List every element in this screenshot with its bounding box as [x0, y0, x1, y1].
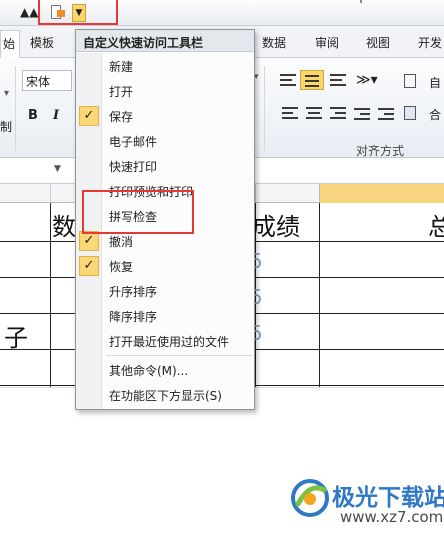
chevron-down-icon[interactable]: ▼ [54, 164, 61, 174]
quick-access-toolbar: ▲▲ ▼ [0, 0, 444, 26]
menu-item-show-below-ribbon[interactable]: 在功能区下方显示(S) [76, 383, 254, 407]
cell-text: 子 [4, 324, 28, 352]
align-middle-button[interactable] [300, 70, 324, 90]
chevron-down-icon[interactable]: ▾ [4, 88, 9, 99]
watermark-logo-icon [291, 479, 329, 517]
tab-view[interactable]: 视图 [366, 34, 390, 51]
tab-template[interactable]: 模板 [30, 34, 54, 51]
tab-home[interactable]: 始 [0, 30, 20, 58]
alignment-group-label: 对齐方式 [356, 144, 405, 158]
menu-item-label: 升序排序 [109, 285, 158, 299]
decrease-indent-icon[interactable] [354, 106, 370, 120]
increase-indent-icon[interactable] [378, 106, 394, 120]
find-binoculars-icon[interactable]: ▲▲ [20, 5, 38, 19]
menu-item-label: 撤消 [109, 235, 134, 249]
checkmark-icon: ✓ [79, 106, 99, 126]
menu-item-label: 其他命令(M)... [109, 364, 189, 378]
menu-item-label: 新建 [109, 60, 134, 74]
title-bar-mark [360, 0, 362, 3]
menu-item-open[interactable]: 打开 [76, 79, 254, 103]
menu-item-new[interactable]: 新建 [76, 54, 254, 78]
checkmark-icon: ✓ [79, 256, 99, 276]
align-left-button[interactable] [278, 104, 302, 124]
menu-separator [106, 355, 252, 356]
menu-item-label: 打开 [109, 85, 134, 99]
wrap-text-label[interactable]: 自 [429, 74, 441, 91]
divider [15, 66, 16, 151]
bold-button[interactable]: B [28, 108, 38, 123]
menu-item-label: 降序排序 [109, 310, 158, 324]
font-name-select[interactable]: 宋体 [22, 70, 72, 91]
menu-item-label: 保存 [109, 110, 134, 124]
watermark-brand: 极光下载站 [332, 485, 444, 511]
toolbar-highlight-box [38, 0, 118, 25]
menu-item-sort-ascending[interactable]: 升序排序 [76, 279, 254, 303]
menu-item-redo[interactable]: ✓ 恢复 [76, 254, 254, 278]
merge-cells-label[interactable]: 合 [429, 106, 441, 123]
spell-check-highlight-box [82, 190, 194, 234]
checkmark-icon: ✓ [79, 231, 99, 251]
cell-text: 成绩 [252, 213, 300, 241]
column-header-selected[interactable] [319, 184, 444, 203]
align-top-button[interactable] [276, 70, 300, 90]
menu-item-sort-descending[interactable]: 降序排序 [76, 304, 254, 328]
merge-cells-icon[interactable] [404, 106, 416, 120]
italic-button[interactable]: I [53, 108, 59, 123]
align-bottom-button[interactable] [326, 70, 350, 90]
cell-text: 数 [52, 213, 76, 241]
menu-item-email[interactable]: 电子邮件 [76, 129, 254, 153]
align-center-button[interactable] [302, 104, 326, 124]
menu-item-label: 在功能区下方显示(S) [109, 389, 222, 403]
menu-item-label: 快速打印 [109, 160, 158, 174]
menu-item-label: 恢复 [109, 260, 134, 274]
tab-review[interactable]: 审阅 [315, 34, 339, 51]
align-right-button[interactable] [326, 104, 350, 124]
menu-item-recent-files[interactable]: 打开最近使用过的文件 [76, 329, 254, 353]
menu-item-more-commands[interactable]: 其他命令(M)... [76, 358, 254, 382]
tab-developer[interactable]: 开发 [418, 34, 442, 51]
wrap-text-icon[interactable] [404, 74, 416, 88]
menu-header: 自定义快速访问工具栏 [76, 30, 254, 52]
divider [264, 66, 265, 151]
menu-item-label: 打开最近使用过的文件 [109, 335, 230, 349]
text-orientation-icon[interactable]: ≫▾ [356, 72, 378, 88]
tab-data[interactable]: 数据 [262, 34, 286, 51]
menu-item-label: 电子邮件 [109, 135, 158, 149]
watermark-url: www.xz7.com [340, 508, 444, 526]
format-painter-label[interactable]: 制 [0, 118, 12, 135]
cell-text: 总 [428, 213, 444, 241]
menu-item-quick-print[interactable]: 快速打印 [76, 154, 254, 178]
menu-item-save[interactable]: ✓ 保存 [76, 104, 254, 128]
